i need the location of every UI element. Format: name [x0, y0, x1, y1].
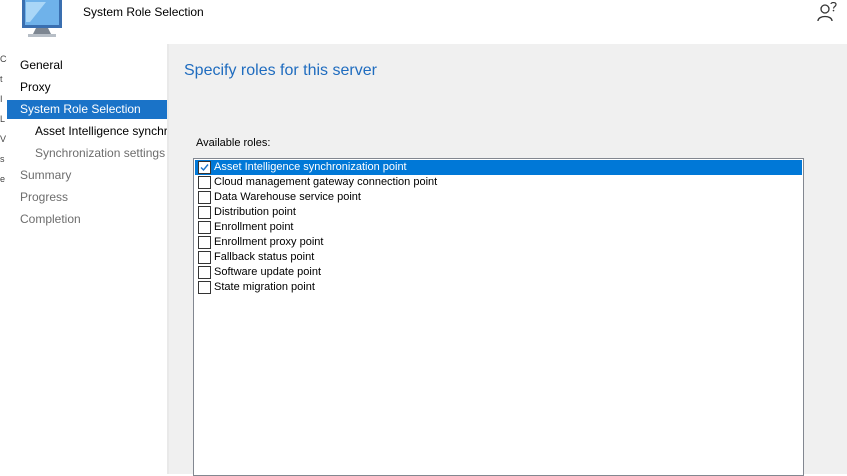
wizard-navigation: General Proxy System Role Selection Asse… — [7, 44, 180, 474]
checkbox[interactable] — [198, 191, 211, 204]
computer-monitor-icon — [22, 0, 62, 37]
role-label: Cloud management gateway connection poin… — [214, 176, 438, 188]
edge-fragment: Co — [0, 54, 7, 64]
checkmark-icon — [200, 164, 209, 172]
edge-fragment: s — [0, 154, 5, 164]
available-roles-label: Available roles: — [196, 137, 271, 149]
edge-fragment: e — [0, 174, 6, 184]
edge-fragment: L — [0, 114, 6, 124]
nav-item-general[interactable]: General — [7, 56, 180, 75]
role-label: Software update point — [214, 266, 322, 278]
role-item[interactable]: Data Warehouse service point — [195, 190, 802, 205]
nav-item-completion[interactable]: Completion — [7, 210, 180, 229]
nav-item-asset-intelligence[interactable]: Asset Intelligence synchronization point — [7, 122, 167, 141]
available-roles-list[interactable]: Asset Intelligence synchronization point… — [193, 158, 804, 476]
page-heading: Specify roles for this server — [184, 62, 377, 79]
checkbox[interactable] — [198, 221, 211, 234]
role-label: State migration point — [214, 281, 315, 293]
role-label: Enrollment point — [214, 221, 294, 233]
role-label: Distribution point — [214, 206, 296, 218]
main-content: Specify roles for this server Available … — [169, 44, 847, 476]
role-label: Asset Intelligence synchronization point — [214, 161, 407, 173]
edge-fragment: V — [0, 134, 7, 144]
role-label: Fallback status point — [214, 251, 315, 263]
role-item[interactable]: Enrollment point — [195, 220, 802, 235]
checkbox[interactable] — [198, 236, 211, 249]
role-item[interactable]: Enrollment proxy point — [195, 235, 802, 250]
checkbox-checked[interactable] — [198, 161, 211, 174]
wizard-header: System Role Selection — [0, 0, 847, 44]
role-item[interactable]: Software update point — [195, 265, 802, 280]
checkbox[interactable] — [198, 206, 211, 219]
nav-item-progress[interactable]: Progress — [7, 188, 180, 207]
nav-item-synchronization-settings[interactable]: Synchronization settings — [7, 144, 167, 163]
nav-item-system-role-selection[interactable]: System Role Selection — [7, 100, 180, 119]
role-label: Data Warehouse service point — [214, 191, 361, 203]
edge-fragment: I — [0, 94, 3, 104]
checkbox[interactable] — [198, 281, 211, 294]
role-item[interactable]: Fallback status point — [195, 250, 802, 265]
person-question-icon[interactable] — [816, 2, 838, 22]
role-item[interactable]: Asset Intelligence synchronization point — [195, 160, 802, 175]
checkbox[interactable] — [198, 176, 211, 189]
checkbox[interactable] — [198, 251, 211, 264]
role-label: Enrollment proxy point — [214, 236, 324, 248]
role-item[interactable]: Distribution point — [195, 205, 802, 220]
nav-item-proxy[interactable]: Proxy — [7, 78, 180, 97]
role-item[interactable]: Cloud management gateway connection poin… — [195, 175, 802, 190]
role-item[interactable]: State migration point — [195, 280, 802, 295]
nav-item-summary[interactable]: Summary — [7, 166, 180, 185]
checkbox[interactable] — [198, 266, 211, 279]
edge-fragment: t — [0, 74, 3, 84]
wizard-title: System Role Selection — [83, 5, 204, 19]
